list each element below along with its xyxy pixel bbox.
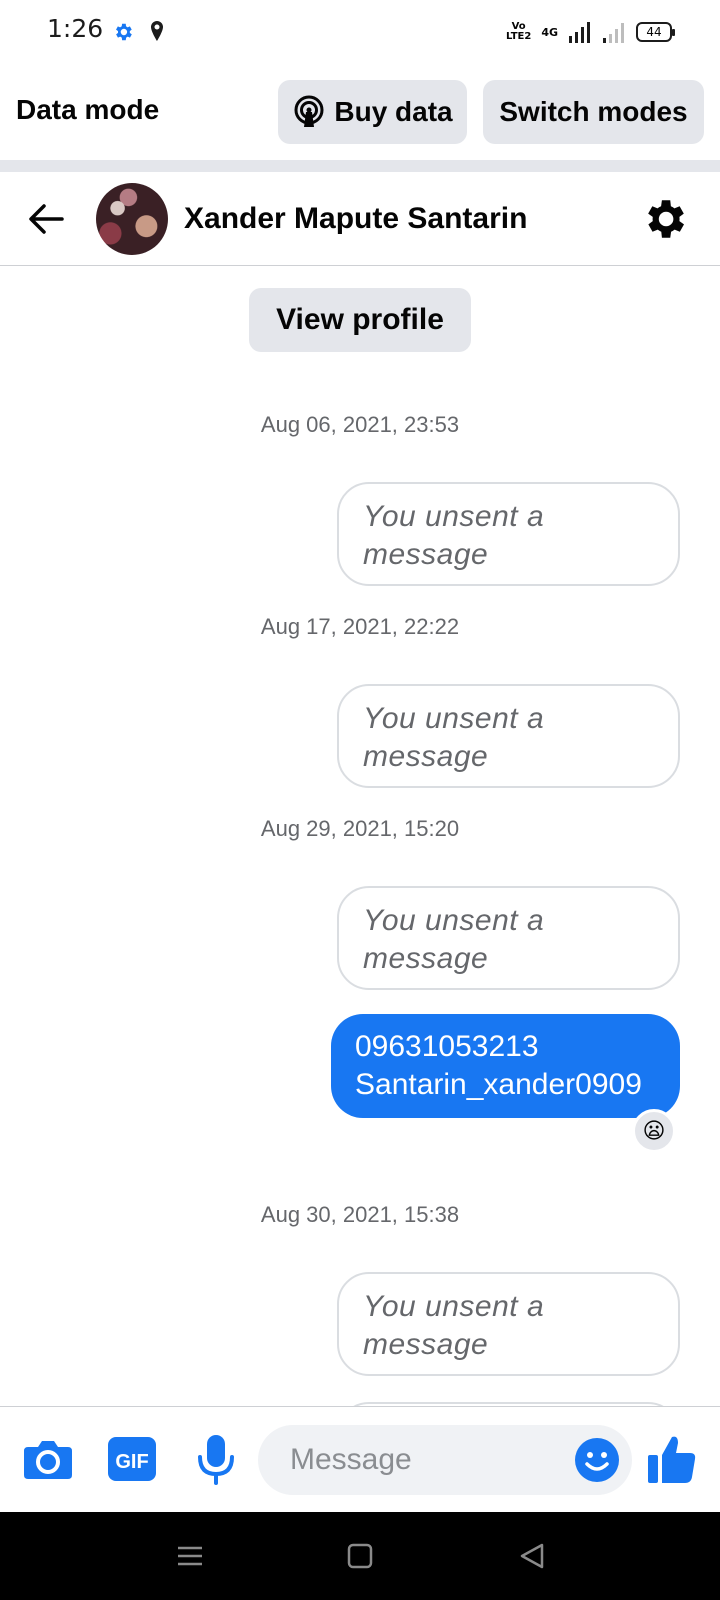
- message-timestamp: Aug 29, 2021, 15:20: [260, 816, 460, 841]
- status-bar: 1:26 Vo LTE2 4G 44: [0, 0, 720, 64]
- contact-name[interactable]: Xander Mapute Santarin: [184, 202, 527, 236]
- camera-icon[interactable]: [22, 1433, 74, 1485]
- system-nav-bar: [0, 1512, 720, 1600]
- status-time: 1:26: [47, 14, 104, 43]
- signal-strength-secondary-icon: [603, 23, 624, 43]
- view-profile-button[interactable]: View profile: [249, 288, 471, 352]
- thumbs-up-icon[interactable]: [646, 1433, 698, 1485]
- microphone-icon[interactable]: [190, 1433, 242, 1485]
- data-mode-bar: Data mode Buy data Switch modes: [0, 64, 720, 160]
- back-icon[interactable]: [518, 1542, 546, 1570]
- settings-notification-icon: [116, 23, 132, 41]
- unsent-message-bubble[interactable]: You unsent a message: [337, 1272, 680, 1376]
- emoji-icon[interactable]: [574, 1437, 620, 1483]
- menu-icon[interactable]: [176, 1542, 204, 1570]
- sent-message-bubble[interactable]: 09631053213 Santarin_xander0909: [331, 1014, 680, 1118]
- divider: [0, 160, 720, 172]
- unsent-message-bubble[interactable]: You unsent a message: [337, 482, 680, 586]
- broadcast-icon: [294, 95, 324, 127]
- home-icon[interactable]: [346, 1542, 374, 1570]
- battery-icon: 44: [636, 22, 675, 42]
- message-composer: GIF: [0, 1406, 720, 1512]
- gear-icon[interactable]: [639, 194, 689, 244]
- avatar[interactable]: [96, 183, 168, 255]
- switch-modes-button[interactable]: Switch modes: [483, 80, 704, 144]
- message-timestamp: Aug 17, 2021, 22:22: [260, 614, 460, 639]
- message-thread[interactable]: View profile Aug 06, 2021, 23:53 You uns…: [0, 266, 720, 1406]
- buy-data-button[interactable]: Buy data: [278, 80, 467, 144]
- signal-strength-icon: [569, 22, 590, 43]
- chat-header: Xander Mapute Santarin: [0, 172, 720, 266]
- unsent-message-bubble[interactable]: You unsent a message: [337, 886, 680, 990]
- svg-text:GIF: GIF: [115, 1451, 148, 1473]
- location-icon: [151, 21, 163, 41]
- message-timestamp: Aug 30, 2021, 15:38: [260, 1202, 460, 1227]
- gif-icon[interactable]: GIF: [106, 1433, 158, 1485]
- buy-data-label: Buy data: [334, 96, 453, 127]
- message-timestamp: Aug 06, 2021, 23:53: [260, 412, 460, 437]
- reaction-badge[interactable]: 😦: [632, 1109, 676, 1153]
- data-mode-title: Data mode: [16, 94, 160, 125]
- network-type: 4G: [541, 25, 558, 39]
- volte-indicator: Vo LTE2: [505, 21, 532, 42]
- back-arrow-icon[interactable]: [26, 199, 66, 239]
- unsent-message-bubble[interactable]: You unsent a message: [337, 684, 680, 788]
- status-indicators: Vo LTE2 4G 44: [505, 18, 675, 46]
